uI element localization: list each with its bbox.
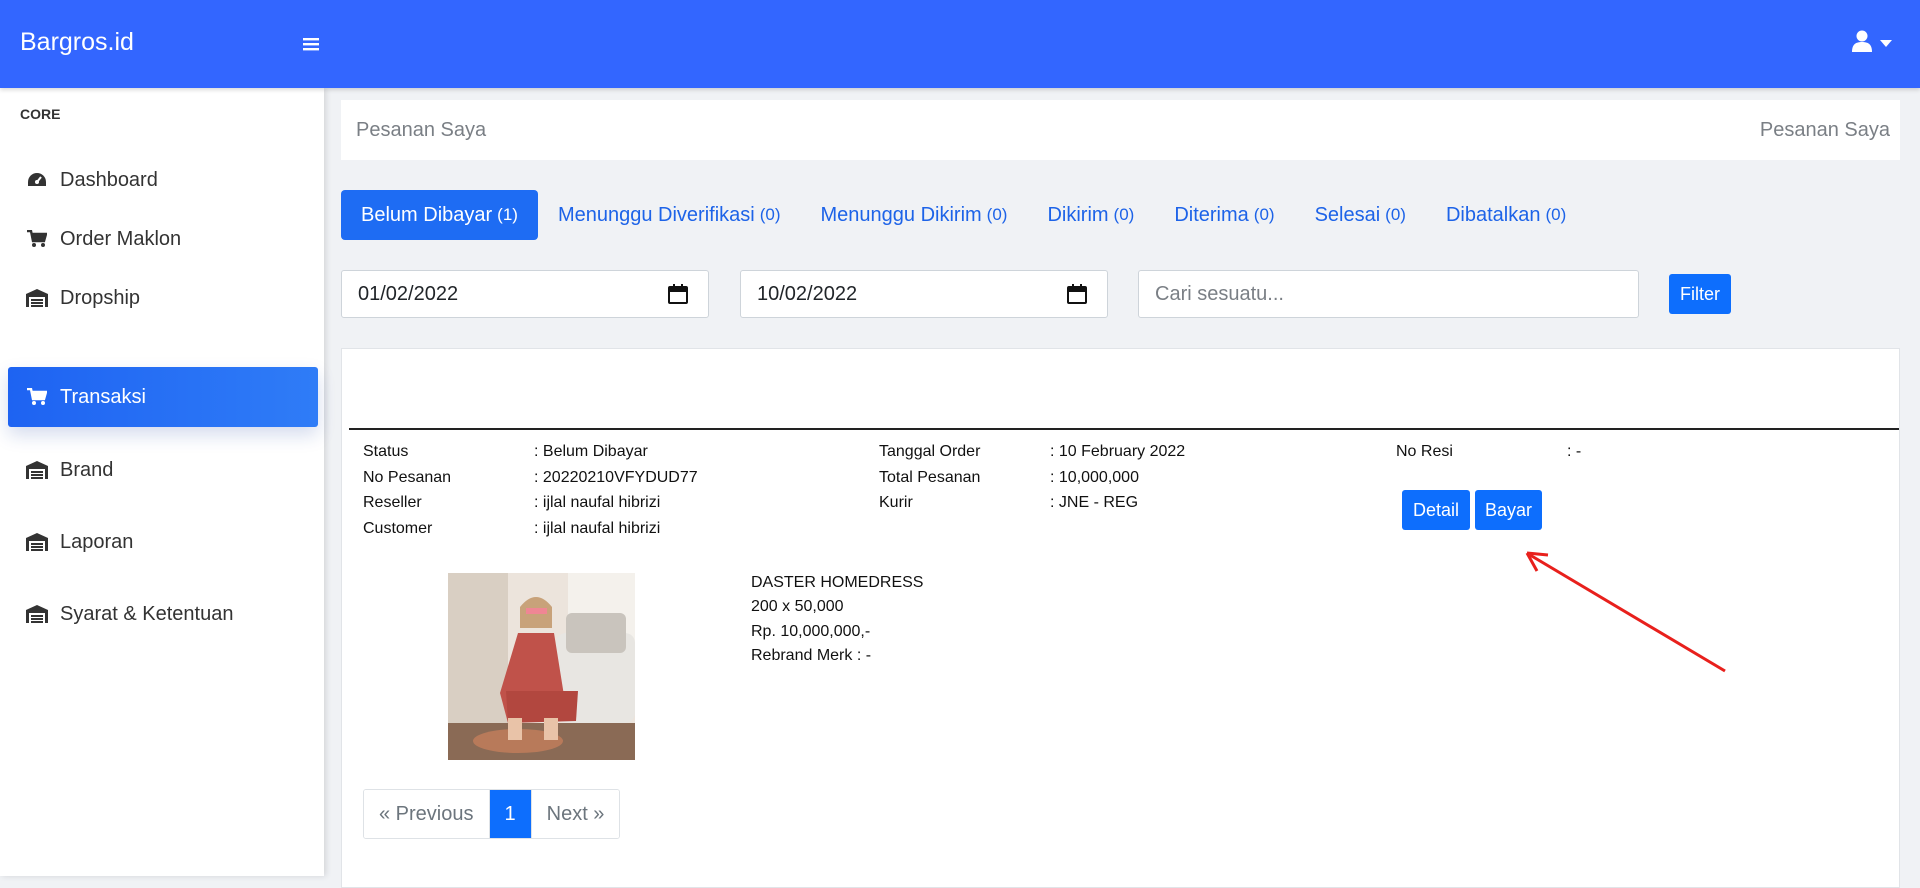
order-date-label: Tanggal Order — [879, 443, 981, 460]
sidebar-item-label: Dashboard — [60, 168, 158, 191]
tab-dibatalkan[interactable]: Dibatalkan (0) — [1426, 190, 1586, 240]
top-navbar: Bargros.id — [0, 0, 1920, 88]
courier-label: Kurir — [879, 494, 913, 511]
tab-count: (1) — [497, 205, 518, 224]
tab-label: Menunggu Diverifikasi — [557, 203, 755, 226]
tab-label: Dibatalkan — [1445, 203, 1541, 226]
sidebar-item-order-maklon[interactable]: Order Maklon — [8, 209, 318, 269]
sidebar-item-label: Laporan — [60, 530, 134, 553]
courier-value: : JNE - REG — [1050, 494, 1139, 511]
page-title: Pesanan Saya — [356, 119, 487, 141]
product-rebrand: Rebrand Merk : - — [751, 647, 872, 664]
tab-count: (0) — [1113, 205, 1135, 224]
resi-value: : - — [1567, 443, 1582, 460]
warehouse-icon — [26, 289, 48, 307]
sidebar-item-label: Dropship — [60, 286, 141, 309]
filter-button[interactable]: Filter — [1669, 274, 1731, 314]
order-date-value: : 10 February 2022 — [1050, 443, 1186, 460]
pagination-next[interactable]: Next » — [531, 790, 620, 838]
sidebar-item-dashboard[interactable]: Dashboard — [8, 150, 318, 210]
order-number-label: No Pesanan — [363, 469, 452, 486]
order-card: Status : Belum Dibayar No Pesanan : 2022… — [341, 348, 1900, 888]
page-header: Pesanan Saya Pesanan Saya — [341, 100, 1900, 160]
user-dropdown[interactable] — [1852, 30, 1892, 57]
sidebar-item-label: Syarat & Ketentuan — [60, 602, 234, 625]
sidebar-item-laporan[interactable]: Laporan — [8, 512, 318, 572]
product-subtotal: Rp. 10,000,000,- — [751, 623, 871, 640]
cart-icon — [26, 388, 48, 406]
sidebar: CORE Dashboard Order Maklon Dropship Tra… — [0, 88, 324, 876]
tab-dikirim[interactable]: Dikirim (0) — [1027, 190, 1154, 240]
tachometer-icon — [26, 172, 48, 188]
tab-count: (0) — [1385, 205, 1406, 224]
tab-label: Menunggu Dikirim — [820, 203, 982, 226]
sidebar-item-label: Order Maklon — [60, 227, 182, 250]
date-to-value: 10/02/2022 — [757, 282, 858, 305]
product-name: DASTER HOMEDRESS — [751, 574, 924, 591]
status-value: : Belum Dibayar — [534, 443, 648, 460]
tab-label: Belum Dibayar — [361, 203, 493, 226]
sidebar-item-brand[interactable]: Brand — [8, 440, 318, 500]
divider — [349, 428, 1899, 430]
product-qty-price: 200 x 50,000 — [751, 598, 844, 615]
tab-menunggu-diverifikasi[interactable]: Menunggu Diverifikasi (0) — [538, 190, 801, 240]
pay-button[interactable]: Bayar — [1475, 490, 1542, 530]
tab-count: (0) — [759, 205, 781, 224]
sidebar-item-syarat-ketentuan[interactable]: Syarat & Ketentuan — [8, 584, 318, 644]
calendar-icon[interactable] — [1067, 284, 1087, 310]
tab-belum-dibayar[interactable]: Belum Dibayar (1) — [341, 190, 538, 240]
tab-diterima[interactable]: Diterima (0) — [1154, 190, 1294, 240]
order-total-label: Total Pesanan — [879, 469, 981, 486]
cart-icon — [26, 230, 48, 248]
sidebar-item-dropship[interactable]: Dropship — [8, 268, 318, 328]
breadcrumb: Pesanan Saya — [1759, 119, 1890, 141]
customer-value: : ijlal naufal hibrizi — [534, 520, 661, 537]
sidebar-item-label: Transaksi — [60, 385, 146, 408]
order-total-value: : 10,000,000 — [1050, 469, 1139, 486]
warehouse-icon — [26, 605, 48, 623]
brand-title[interactable]: Bargros.id — [20, 28, 134, 57]
reseller-value: : ijlal naufal hibrizi — [534, 494, 661, 511]
status-label: Status — [363, 443, 409, 460]
tab-label: Selesai — [1314, 203, 1381, 226]
warehouse-icon — [26, 461, 48, 479]
order-status-tabs: Belum Dibayar (1) Menunggu Diverifikasi (0… — [341, 190, 1586, 240]
tab-count: (0) — [1545, 205, 1567, 224]
user-icon — [1852, 30, 1872, 57]
sidebar-heading: CORE — [20, 106, 61, 122]
caret-down-icon — [1880, 35, 1892, 53]
tab-count: (0) — [986, 205, 1008, 224]
resi-label: No Resi — [1396, 443, 1453, 460]
filter-row: 01/02/2022 10/02/2022 Filter — [341, 270, 1900, 318]
search-input[interactable] — [1138, 270, 1639, 318]
tab-count: (0) — [1253, 205, 1275, 224]
sidebar-toggle-button[interactable] — [303, 28, 319, 58]
tab-label: Diterima — [1174, 203, 1249, 226]
order-number-value: : 20220210VFYDUD77 — [534, 469, 698, 486]
sidebar-item-transaksi[interactable]: Transaksi — [8, 367, 318, 427]
date-from-value: 01/02/2022 — [358, 282, 459, 305]
reseller-label: Reseller — [363, 494, 422, 511]
bars-icon — [303, 28, 319, 58]
customer-label: Customer — [363, 520, 433, 537]
detail-button[interactable]: Detail — [1402, 490, 1470, 530]
pagination: « Previous 1 Next » — [363, 789, 621, 839]
pagination-page-1[interactable]: 1 — [489, 790, 532, 838]
date-to-input[interactable]: 10/02/2022 — [740, 270, 1108, 318]
tab-menunggu-dikirim[interactable]: Menunggu Dikirim (0) — [801, 190, 1028, 240]
warehouse-icon — [26, 533, 48, 551]
tab-label: Dikirim — [1047, 203, 1109, 226]
calendar-icon[interactable] — [668, 284, 688, 310]
product-image — [448, 573, 635, 760]
tab-selesai[interactable]: Selesai (0) — [1295, 190, 1426, 240]
pagination-previous[interactable]: « Previous — [364, 790, 490, 838]
sidebar-item-label: Brand — [60, 458, 114, 481]
date-from-input[interactable]: 01/02/2022 — [341, 270, 709, 318]
